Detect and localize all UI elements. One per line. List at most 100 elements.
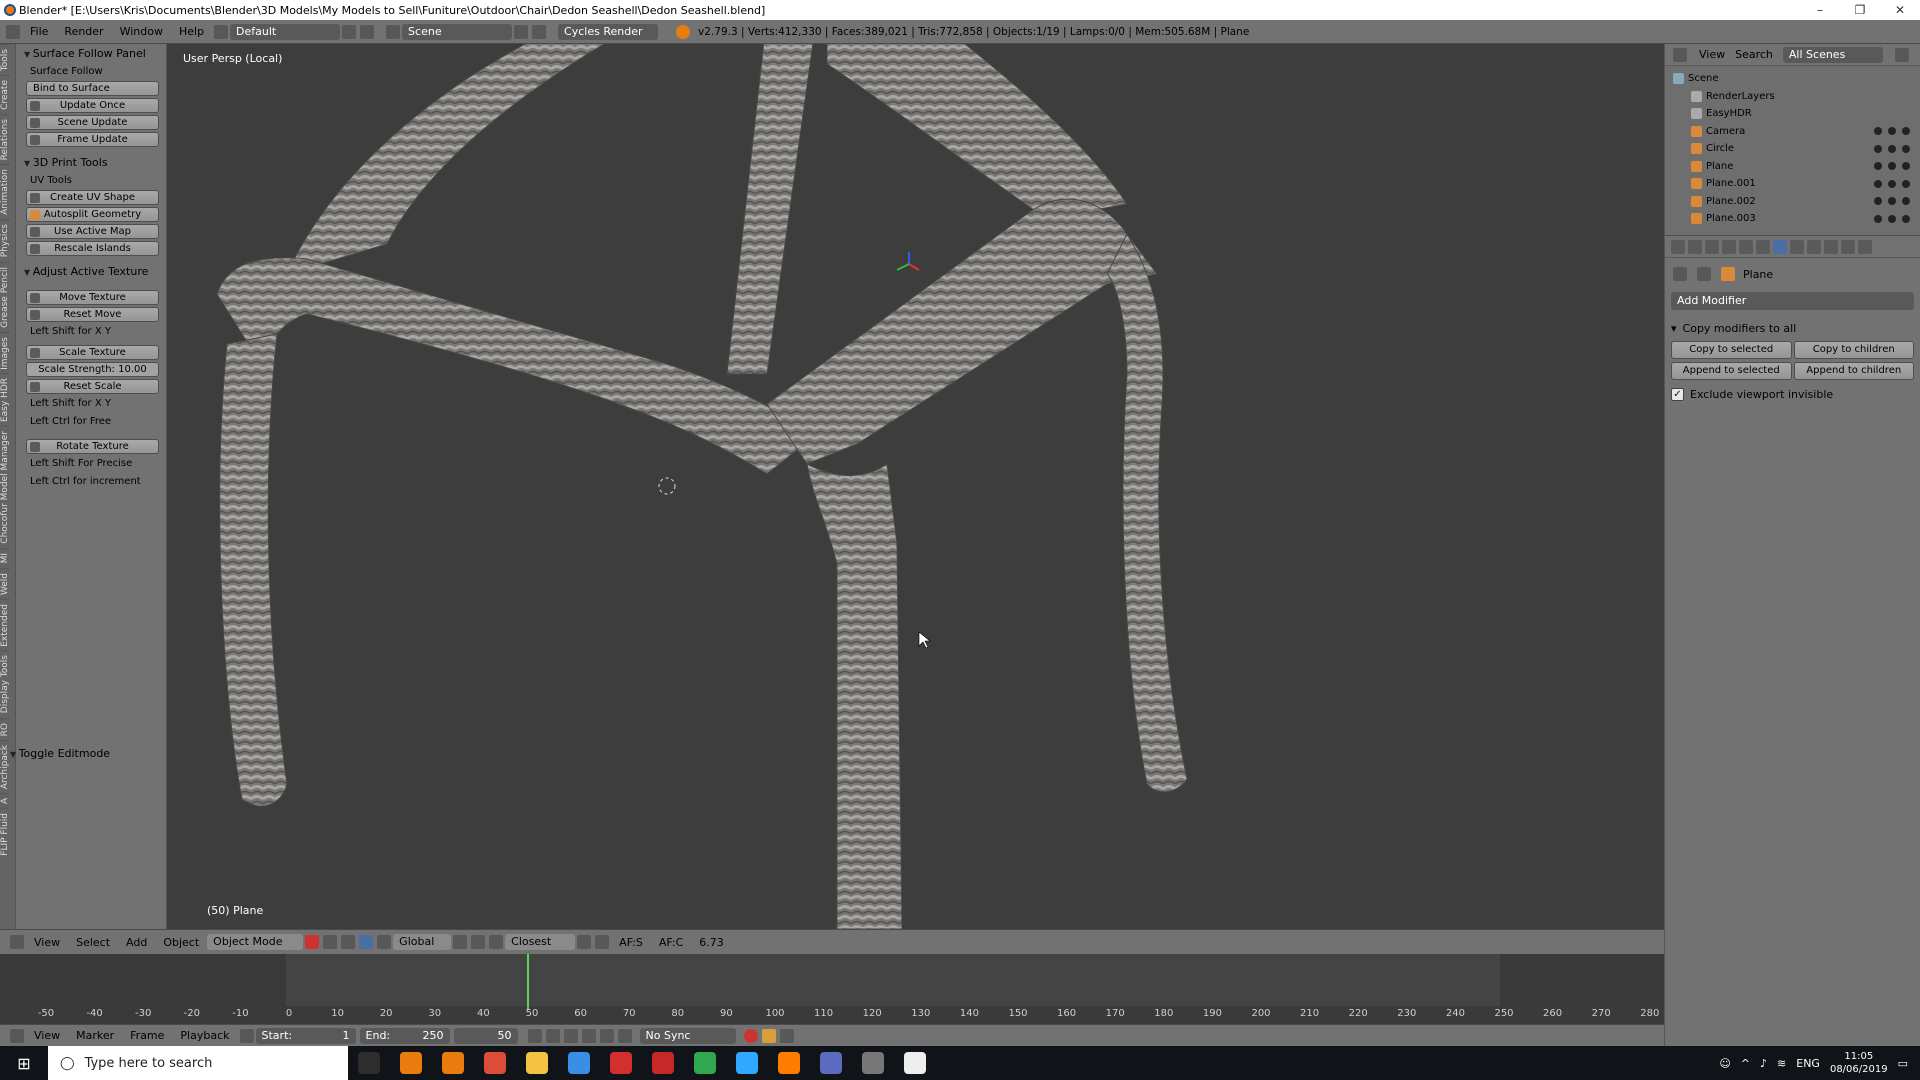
tool-shelf-tab[interactable]: Chocofur Model Manager bbox=[0, 426, 10, 549]
taskbar-app-icon[interactable] bbox=[442, 1052, 464, 1074]
tool-shelf-tab[interactable]: Images bbox=[0, 331, 10, 374]
taskbar-app-icon[interactable] bbox=[526, 1052, 548, 1074]
outliner-item[interactable]: RenderLayers bbox=[1665, 88, 1920, 106]
outliner-item[interactable]: Plane.003 bbox=[1665, 210, 1920, 228]
search-icon[interactable] bbox=[1894, 47, 1909, 62]
adjust-texture-header[interactable]: Adjust Active Texture bbox=[16, 262, 167, 282]
visibility-toggles[interactable] bbox=[1874, 162, 1910, 171]
rescale-islands-button[interactable]: Rescale Islands bbox=[26, 241, 159, 256]
world-tab-icon[interactable] bbox=[1722, 239, 1736, 254]
create-uv-shape-button[interactable]: Create UV Shape bbox=[26, 190, 159, 205]
3d-viewport[interactable]: User Persp (Local) (50) Plane bbox=[167, 44, 1664, 929]
outliner-menu-search[interactable]: Search bbox=[1735, 48, 1773, 61]
move-texture-button[interactable]: Move Texture bbox=[26, 290, 159, 305]
layout-remove-icon[interactable] bbox=[360, 24, 375, 39]
snap-element-select[interactable]: Closest bbox=[505, 934, 576, 950]
render-icon[interactable] bbox=[1902, 127, 1910, 136]
reset-move-button[interactable]: Reset Move bbox=[26, 307, 159, 322]
taskbar-app-icon[interactable] bbox=[358, 1052, 380, 1074]
current-frame-line[interactable] bbox=[527, 954, 529, 1009]
frame-update-button[interactable]: Frame Update bbox=[26, 132, 159, 147]
tool-shelf-tab[interactable]: Physics bbox=[0, 219, 10, 262]
play-icon[interactable] bbox=[581, 1028, 596, 1043]
material-tab-icon[interactable] bbox=[1807, 239, 1821, 254]
menu-frame[interactable]: Frame bbox=[122, 1029, 172, 1042]
rotate-texture-button[interactable]: Rotate Texture bbox=[26, 439, 159, 454]
outliner-menu-view[interactable]: View bbox=[1699, 48, 1725, 61]
snap-icon[interactable] bbox=[489, 935, 504, 949]
taskbar-app-icon[interactable] bbox=[400, 1052, 422, 1074]
render-preview-icon[interactable] bbox=[577, 935, 592, 949]
mode-select[interactable]: Object Mode bbox=[207, 934, 304, 950]
print3d-header[interactable]: 3D Print Tools bbox=[16, 153, 167, 173]
editor-type-icon[interactable] bbox=[10, 935, 24, 949]
add-modifier-select[interactable]: Add Modifier bbox=[1671, 292, 1914, 310]
tray-chevron-icon[interactable]: ^ bbox=[1741, 1057, 1750, 1070]
tool-shelf-tab[interactable]: Easy HDR bbox=[0, 373, 10, 427]
keying-set-icon[interactable] bbox=[761, 1028, 776, 1043]
start-frame-field[interactable]: Start: 1 bbox=[255, 1027, 356, 1044]
menu-view[interactable]: View bbox=[26, 1029, 68, 1042]
tool-shelf-tab[interactable]: Extended bbox=[0, 598, 10, 651]
outliner-item[interactable]: Circle bbox=[1665, 140, 1920, 158]
scene-icon[interactable] bbox=[386, 24, 401, 39]
windows-start-icon[interactable]: ⊞ bbox=[0, 1054, 48, 1073]
copy-to-selected-button[interactable]: Copy to selected bbox=[1671, 341, 1792, 359]
manipulator-icon[interactable] bbox=[341, 935, 356, 949]
use-active-map-button[interactable]: Use Active Map bbox=[26, 224, 159, 239]
eye-icon[interactable] bbox=[1874, 214, 1882, 223]
render-icon[interactable] bbox=[1902, 179, 1910, 188]
taskbar-app-icon[interactable] bbox=[736, 1052, 758, 1074]
record-icon[interactable] bbox=[743, 1028, 758, 1043]
visibility-toggles[interactable] bbox=[1874, 197, 1910, 206]
translate-icon[interactable] bbox=[359, 935, 374, 949]
taskbar-app-icon[interactable] bbox=[568, 1052, 590, 1074]
tool-shelf-tab[interactable]: Display Tools bbox=[0, 650, 10, 718]
modifiers-tab-icon[interactable] bbox=[1773, 239, 1787, 254]
layout-field[interactable]: Default bbox=[230, 23, 341, 40]
proportional-icon[interactable] bbox=[471, 935, 486, 949]
next-key-icon[interactable] bbox=[599, 1028, 614, 1043]
tool-shelf-tab[interactable]: Animation bbox=[0, 164, 10, 220]
tool-shelf-tab[interactable]: Grease Pencil bbox=[0, 261, 10, 332]
tool-shelf-tab[interactable]: Relations bbox=[0, 114, 10, 165]
editor-type-icon[interactable] bbox=[1673, 47, 1687, 62]
cursor-icon[interactable] bbox=[1888, 162, 1896, 171]
end-frame-field[interactable]: End: 250 bbox=[359, 1027, 450, 1044]
jump-start-icon[interactable] bbox=[527, 1028, 542, 1043]
eye-icon[interactable] bbox=[1874, 162, 1882, 171]
reset-scale-button[interactable]: Reset Scale bbox=[26, 379, 159, 394]
timeline-editor[interactable]: -50 -40 -30 -20 -10 0 10 20 30 40 50 60 70 80 90 100 110… bbox=[0, 954, 1664, 1024]
eye-icon[interactable] bbox=[1874, 179, 1882, 188]
play-reverse-icon[interactable] bbox=[563, 1028, 578, 1043]
autosplit-geometry-button[interactable]: Autosplit Geometry bbox=[26, 207, 159, 222]
data-tab-icon[interactable] bbox=[1790, 239, 1804, 254]
scene-tab-icon[interactable] bbox=[1705, 239, 1719, 254]
layout-add-icon[interactable] bbox=[342, 24, 357, 39]
pin-icon[interactable] bbox=[1673, 267, 1687, 281]
menu-help[interactable]: Help bbox=[171, 25, 212, 38]
outliner-filter-select[interactable]: All Scenes bbox=[1782, 46, 1883, 63]
cursor-icon[interactable] bbox=[1888, 214, 1896, 223]
menu-window[interactable]: Window bbox=[112, 25, 171, 38]
eye-icon[interactable] bbox=[1874, 127, 1882, 136]
volume-icon[interactable]: ♪ bbox=[1760, 1057, 1767, 1070]
current-frame-field[interactable]: 50 bbox=[453, 1027, 518, 1044]
render-engine-select[interactable]: Cycles Render bbox=[558, 23, 659, 40]
menu-render[interactable]: Render bbox=[56, 25, 111, 38]
outliner-item[interactable]: Plane.001 bbox=[1665, 175, 1920, 193]
close-button[interactable]: ✕ bbox=[1880, 3, 1920, 17]
opengl-render-icon[interactable] bbox=[595, 935, 610, 949]
shading-icon[interactable] bbox=[305, 935, 320, 949]
scale-texture-button[interactable]: Scale Texture bbox=[26, 345, 159, 360]
tool-shelf-tab[interactable]: RO bbox=[0, 717, 10, 741]
taskbar-app-icon[interactable] bbox=[862, 1052, 884, 1074]
taskbar-app-icon[interactable] bbox=[610, 1052, 632, 1074]
insert-key-icon[interactable] bbox=[779, 1028, 794, 1043]
constraints-tab-icon[interactable] bbox=[1756, 239, 1770, 254]
taskbar-app-icon[interactable] bbox=[652, 1052, 674, 1074]
copy-modifiers-header[interactable]: ▾ Copy modifiers to all bbox=[1671, 318, 1914, 338]
render-icon[interactable] bbox=[1902, 144, 1910, 153]
tool-shelf-tab[interactable]: FLIP Fluid bbox=[0, 808, 10, 861]
outliner-item[interactable]: Plane.002 bbox=[1665, 193, 1920, 211]
